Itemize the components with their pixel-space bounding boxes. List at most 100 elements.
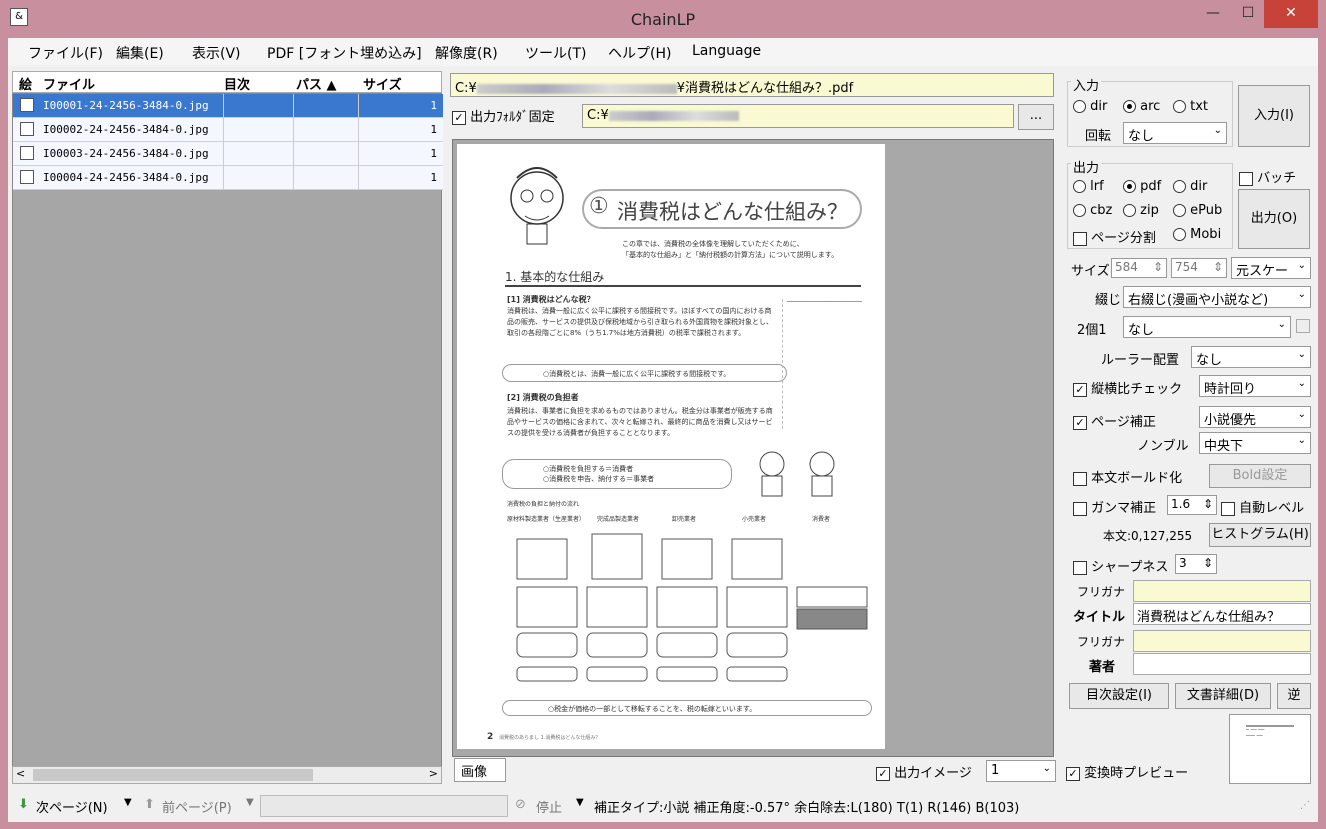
- list-item[interactable]: I00004-24-2456-3484-0.jpg 1: [13, 166, 443, 190]
- size-width-spinner[interactable]: 584 ⇕: [1111, 258, 1167, 278]
- row-checkbox[interactable]: [20, 98, 34, 112]
- stop-button[interactable]: 停止: [536, 797, 562, 816]
- col-size[interactable]: サイズ: [363, 74, 402, 93]
- point-box-2: ○消費税を負担する＝消費者 ○消費税を申告、納付する＝事業者: [502, 459, 732, 489]
- row-checkbox[interactable]: [20, 146, 34, 160]
- output-dir-radio[interactable]: dir: [1173, 179, 1207, 194]
- list-item[interactable]: I00001-24-2456-3484-0.jpg 1: [13, 94, 443, 118]
- file-list[interactable]: I00001-24-2456-3484-0.jpg 1 I00002-24-245…: [12, 93, 443, 768]
- tab-image[interactable]: 画像: [454, 758, 506, 782]
- prev-page-button[interactable]: 前ページ(P): [162, 797, 232, 816]
- resize-grip-icon[interactable]: ⋰: [1300, 800, 1310, 811]
- nombre-select[interactable]: 中央下 ⌄: [1199, 432, 1311, 454]
- next-dropdown-icon[interactable]: ▼: [124, 797, 132, 808]
- histogram-button[interactable]: ヒストグラム(H): [1209, 523, 1311, 547]
- input-dir-radio[interactable]: dir: [1073, 99, 1107, 114]
- section-heading: 1. 基本的な仕組み: [505, 268, 861, 287]
- app-window: & ChainLP — ☐ ✕ ファイル(F) 編集(E) 表示(V) PDF …: [0, 0, 1326, 829]
- gamma-checkbox[interactable]: ガンマ補正: [1073, 497, 1156, 516]
- menu-file[interactable]: ファイル(F): [28, 43, 103, 63]
- output-lrf-radio[interactable]: lrf: [1073, 179, 1104, 194]
- intro-line-2: 「基本的な仕組み」と「納付税額の計算方法」について説明します。: [622, 251, 839, 259]
- list-hscrollbar[interactable]: < >: [12, 766, 442, 784]
- menu-view[interactable]: 表示(V): [192, 43, 241, 63]
- next-page-button[interactable]: 次ページ(N): [36, 797, 108, 816]
- page-number: 2: [487, 732, 494, 742]
- title-furigana-input[interactable]: [1133, 580, 1311, 602]
- close-button[interactable]: ✕: [1264, 0, 1318, 28]
- outfolder-checkbox[interactable]: ✓ 出力ﾌｫﾙﾀﾞ固定: [452, 106, 555, 125]
- pagefix-checkbox[interactable]: ✓ ページ補正: [1073, 411, 1156, 430]
- browse-button[interactable]: ...: [1018, 104, 1054, 130]
- title-input[interactable]: 消費税はどんな仕組み？: [1133, 603, 1311, 625]
- input-button[interactable]: 入力(I): [1238, 85, 1310, 147]
- scroll-right-icon[interactable]: >: [429, 767, 438, 780]
- menu-language[interactable]: Language: [692, 43, 761, 59]
- menu-pdf[interactable]: PDF [フォント埋め込み]: [267, 43, 422, 63]
- nombre-label: ノンブル: [1137, 439, 1189, 454]
- autolevel-checkbox[interactable]: 自動レベル: [1221, 497, 1304, 516]
- file-list-header: 絵 ファイル 目次 パス ▲ サイズ: [12, 71, 442, 93]
- menu-edit[interactable]: 編集(E): [116, 43, 164, 63]
- sharpness-checkbox[interactable]: シャープネス: [1073, 556, 1168, 575]
- col-toc[interactable]: 目次: [224, 74, 250, 93]
- info-dropdown-icon[interactable]: ▼: [576, 797, 584, 808]
- sharpness-spinner[interactable]: 3 ⇕: [1175, 554, 1217, 574]
- output-zip-radio[interactable]: zip: [1123, 203, 1159, 218]
- flow-title: 消費税の負担と納付の流れ: [507, 501, 580, 508]
- list-item[interactable]: I00003-24-2456-3484-0.jpg 1: [13, 142, 443, 166]
- col-file[interactable]: ファイル: [43, 74, 95, 93]
- reverse-button[interactable]: 逆: [1277, 683, 1311, 709]
- row-file: I00002-24-2456-3484-0.jpg: [43, 123, 209, 136]
- menu-help[interactable]: ヘルプ(H): [608, 43, 671, 63]
- twoinone-select[interactable]: なし ⌄: [1123, 316, 1291, 338]
- author-input[interactable]: [1133, 653, 1311, 675]
- rotate-select[interactable]: なし ⌄: [1123, 122, 1227, 144]
- prev-dropdown-icon[interactable]: ▼: [246, 797, 254, 808]
- maximize-button[interactable]: ☐: [1232, 0, 1264, 28]
- aspect-checkbox[interactable]: ✓ 縦横比チェック: [1073, 378, 1182, 397]
- scroll-thumb[interactable]: [33, 769, 313, 781]
- outfolder-field[interactable]: C:¥: [582, 104, 1014, 128]
- cover-thumbnail[interactable]: ━ ━━ ━━ ━━━ ━━: [1229, 714, 1311, 784]
- row-checkbox[interactable]: [20, 122, 34, 136]
- pagefix-select[interactable]: 小説優先 ⌄: [1199, 406, 1311, 428]
- row-size: 1: [430, 147, 437, 160]
- bold-checkbox[interactable]: 本文ボールド化: [1073, 467, 1182, 486]
- page-split-checkbox[interactable]: ページ分割: [1073, 227, 1156, 246]
- output-pdf-radio[interactable]: pdf: [1123, 179, 1161, 194]
- size-height-spinner[interactable]: 754 ⇕: [1171, 258, 1227, 278]
- subsection-2: [2] 消費税の負担者: [507, 393, 579, 402]
- scroll-left-icon[interactable]: <: [16, 767, 25, 780]
- bold-settings-button[interactable]: Bold設定: [1209, 464, 1311, 488]
- size-mode-select[interactable]: 元スケー ⌄: [1231, 257, 1311, 279]
- aspect-select[interactable]: 時計回り ⌄: [1199, 375, 1311, 397]
- outimage-checkbox[interactable]: ✓ 出力イメージ: [876, 762, 972, 781]
- window-title: ChainLP: [630, 10, 696, 29]
- output-mobi-radio[interactable]: Mobi: [1173, 227, 1221, 242]
- batch-checkbox[interactable]: バッチ: [1239, 167, 1296, 186]
- toc-settings-button[interactable]: 目次設定(I): [1069, 683, 1169, 709]
- menu-bar: ファイル(F) 編集(E) 表示(V) PDF [フォント埋め込み] 解像度(R…: [8, 38, 1318, 66]
- size-label: サイズ: [1071, 264, 1110, 279]
- document-details-button[interactable]: 文書詳細(D): [1175, 683, 1271, 709]
- row-checkbox[interactable]: [20, 170, 34, 184]
- gamma-spinner[interactable]: 1.6 ⇕: [1167, 495, 1217, 515]
- output-button[interactable]: 出力(O): [1238, 189, 1310, 249]
- source-path-field[interactable]: C:¥ ¥消費税はどんな仕組み？.pdf: [450, 73, 1054, 97]
- menu-resolution[interactable]: 解像度(R): [435, 43, 498, 63]
- list-item[interactable]: I00002-24-2456-3484-0.jpg 1: [13, 118, 443, 142]
- input-arc-radio[interactable]: arc: [1123, 99, 1160, 114]
- twoinone-checkbox[interactable]: [1296, 319, 1310, 333]
- output-epub-radio[interactable]: ePub: [1173, 203, 1222, 218]
- binding-select[interactable]: 右綴じ(漫画や小説など) ⌄: [1123, 286, 1311, 308]
- author-furigana-input[interactable]: [1133, 630, 1311, 652]
- input-txt-radio[interactable]: txt: [1173, 99, 1208, 114]
- outimage-select[interactable]: 1 ⌄: [986, 760, 1056, 782]
- menu-tools[interactable]: ツール(T): [525, 43, 586, 63]
- output-cbz-radio[interactable]: cbz: [1073, 203, 1112, 218]
- col-path[interactable]: パス ▲: [296, 74, 337, 93]
- minimize-button[interactable]: —: [1196, 0, 1230, 28]
- ruler-select[interactable]: なし ⌄: [1191, 346, 1311, 368]
- col-thumb[interactable]: 絵: [19, 74, 32, 93]
